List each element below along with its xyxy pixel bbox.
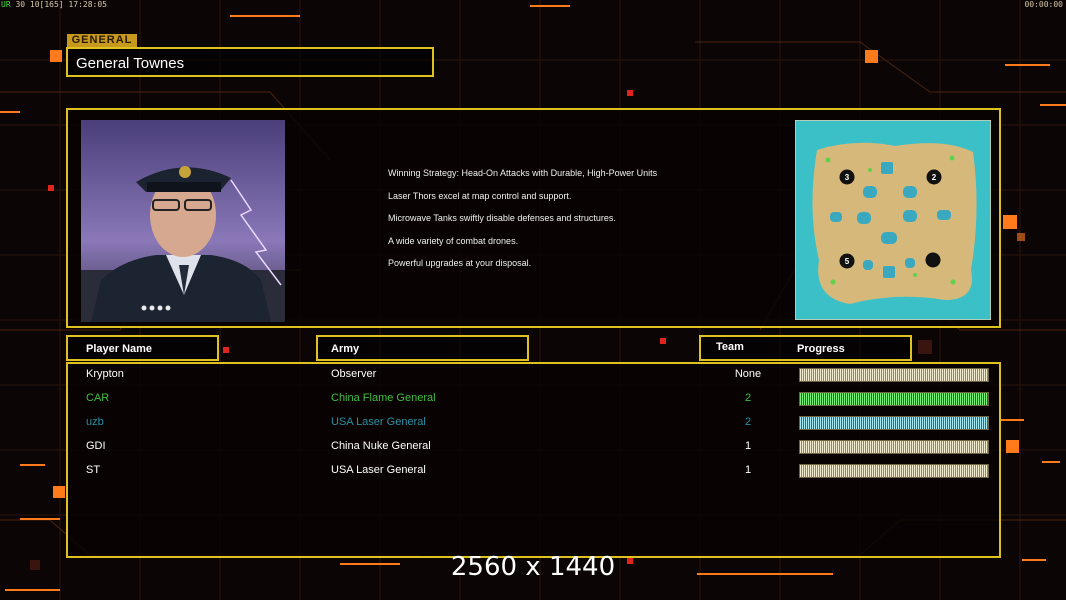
player-army: Observer [331,368,377,380]
player-progress-bar [799,368,989,382]
player-row: uzb USA Laser General 2 [68,413,999,433]
header-team-progress[interactable]: Team Progress [699,335,912,361]
general-portrait [81,120,285,322]
header-progress-label: Progress [797,343,845,355]
strategy-line: A wide variety of combat drones. [388,235,519,246]
strategy-line: Winning Strategy: Head-On Attacks with D… [388,168,658,178]
hud-clock: 00:00:00 [1024,0,1063,9]
general-tag: GENERAL [67,34,137,47]
start-position-label: 2 [932,173,937,182]
header-army-label: Army [331,343,360,355]
resolution-label: 2560 x 1440 [450,552,616,582]
player-progress-bar [799,416,989,430]
player-progress-bar [799,464,989,478]
player-progress-bar [799,440,989,454]
player-table: Krypton Observer None CAR China Flame Ge… [66,362,1001,558]
player-name: CAR [86,392,110,404]
player-army: China Nuke General [331,440,431,452]
map-preview: 3 2 5 [795,120,991,320]
general-info-panel: Winning Strategy: Head-On Attacks with D… [66,108,1001,328]
player-army: China Flame General [331,392,436,404]
start-position-label: 3 [845,173,850,182]
player-progress-bar [799,392,989,406]
header-player-name[interactable]: Player Name [66,335,219,361]
player-row: Krypton Observer None [68,365,999,385]
hud-status-text: 30 10[165] 17:28:05 [15,0,107,9]
strategy-line: Microwave Tanks swiftly disable defenses… [388,213,616,224]
header-team-label: Team [716,341,744,353]
player-team: 1 [744,440,752,452]
hud-status-left: UR 30 10[165] 17:28:05 [1,0,107,9]
strategy-line: Powerful upgrades at your disposal. [388,258,532,269]
player-team: None [734,368,762,380]
player-row: CAR China Flame General 2 [68,389,999,409]
player-name: Krypton [86,368,124,380]
player-army: USA Laser General [331,416,426,428]
strategy-text: Winning Strategy: Head-On Attacks with D… [388,168,657,281]
player-name: uzb [86,416,104,428]
player-name: ST [86,464,101,476]
header-player-name-label: Player Name [86,343,153,355]
player-team: 1 [744,464,752,476]
player-team: 2 [744,416,752,428]
general-name: General Townes [76,55,185,72]
strategy-line: Laser Thors excel at map control and sup… [388,190,572,201]
player-army: USA Laser General [331,464,426,476]
player-name: GDI [86,440,106,452]
header-army[interactable]: Army [316,335,529,361]
hud-status-prefix: UR [1,0,11,9]
player-row: GDI China Nuke General 1 [68,437,999,457]
player-team: 2 [744,392,752,404]
start-position-label: 5 [845,257,850,266]
player-row: ST USA Laser General 1 [68,461,999,481]
general-name-box: General Townes [66,47,434,77]
